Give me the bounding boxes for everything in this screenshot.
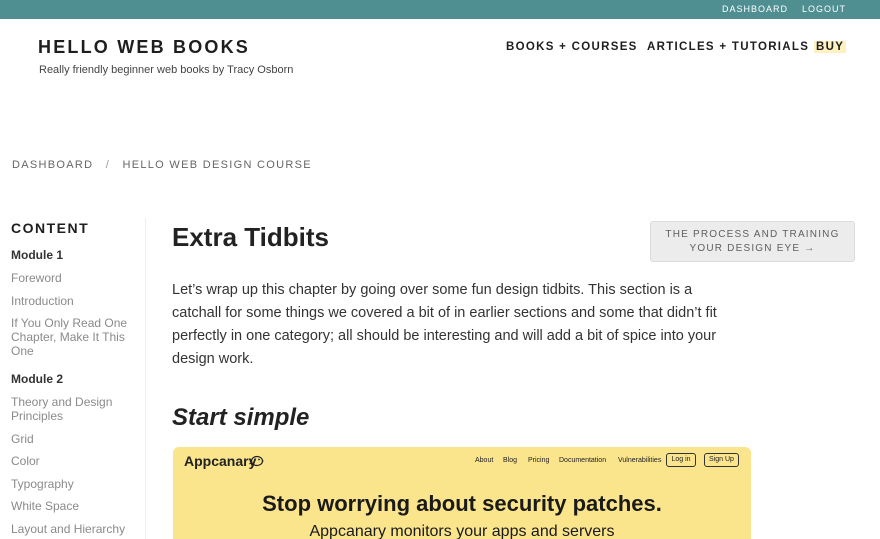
canary-bird-icon [249,455,264,467]
nav-buy[interactable]: BUY [814,41,847,53]
logout-link[interactable]: LOGOUT [802,4,846,14]
site-tagline: Really friendly beginner web books by Tr… [39,64,294,76]
shot-nav-vulnerabilities: Vulnerabilities [618,457,662,464]
section-heading: Start simple [172,404,310,431]
nav-articles-tutorials[interactable]: ARTICLES + TUTORIALS [647,41,809,53]
shot-headline: Stop worrying about security patches. [262,491,662,516]
next-lesson-line2: YOUR DESIGN EYE → [689,243,816,254]
sidebar-item-read-one-chapter[interactable]: If You Only Read One Chapter, Make It Th… [11,316,136,358]
module-1-heading: Module 1 [11,248,64,262]
sidebar-item-color[interactable]: Color [11,454,136,468]
next-lesson-button[interactable]: THE PROCESS AND TRAINING YOUR DESIGN EYE… [650,221,855,262]
shot-login-button: Log in [666,453,696,467]
site-brand[interactable]: HELLO WEB BOOKS [38,37,250,58]
shot-subline: Appcanary monitors your apps and servers [309,523,615,539]
sidebar-item-introduction[interactable]: Introduction [11,294,136,308]
sidebar-item-grid[interactable]: Grid [11,432,136,446]
module-2-heading: Module 2 [11,372,64,386]
intro-paragraph: Let’s wrap up this chapter by going over… [172,282,717,367]
breadcrumb: DASHBOARD / HELLO WEB DESIGN COURSE [12,159,312,171]
sidebar-item-theory[interactable]: Theory and Design Principles [11,395,136,423]
top-dashboard-link[interactable]: DASHBOARD [722,4,788,14]
next-lesson-line1: THE PROCESS AND TRAINING [665,229,840,240]
sidebar-item-typography[interactable]: Typography [11,477,136,491]
shot-nav-pricing: Pricing [528,457,550,464]
sidebar-item-layout-hierarchy[interactable]: Layout and Hierarchy [11,522,136,536]
appcanary-screenshot: Appcanary About Blog Pricing Documentati… [173,447,751,539]
breadcrumb-separator: / [105,159,111,171]
page-title: Extra Tidbits [172,222,330,252]
course-sidebar: CONTENT Module 1 Foreword Introduction I… [11,220,136,539]
sidebar-title: CONTENT [11,220,90,236]
sidebar-item-white-space[interactable]: White Space [11,499,136,513]
breadcrumb-current: HELLO WEB DESIGN COURSE [122,159,312,171]
shot-nav-documentation: Documentation [559,457,607,464]
sidebar-divider [145,218,146,539]
nav-books-courses[interactable]: BOOKS + COURSES [506,41,638,53]
appcanary-logo-text: Appcanary [184,453,257,469]
top-bar: DASHBOARD LOGOUT [0,0,880,19]
shot-nav-about: About [475,457,494,464]
sidebar-item-foreword[interactable]: Foreword [11,271,136,285]
shot-signup-button: Sign Up [704,453,739,467]
breadcrumb-dashboard[interactable]: DASHBOARD [12,159,93,171]
shot-nav-blog: Blog [503,457,518,464]
